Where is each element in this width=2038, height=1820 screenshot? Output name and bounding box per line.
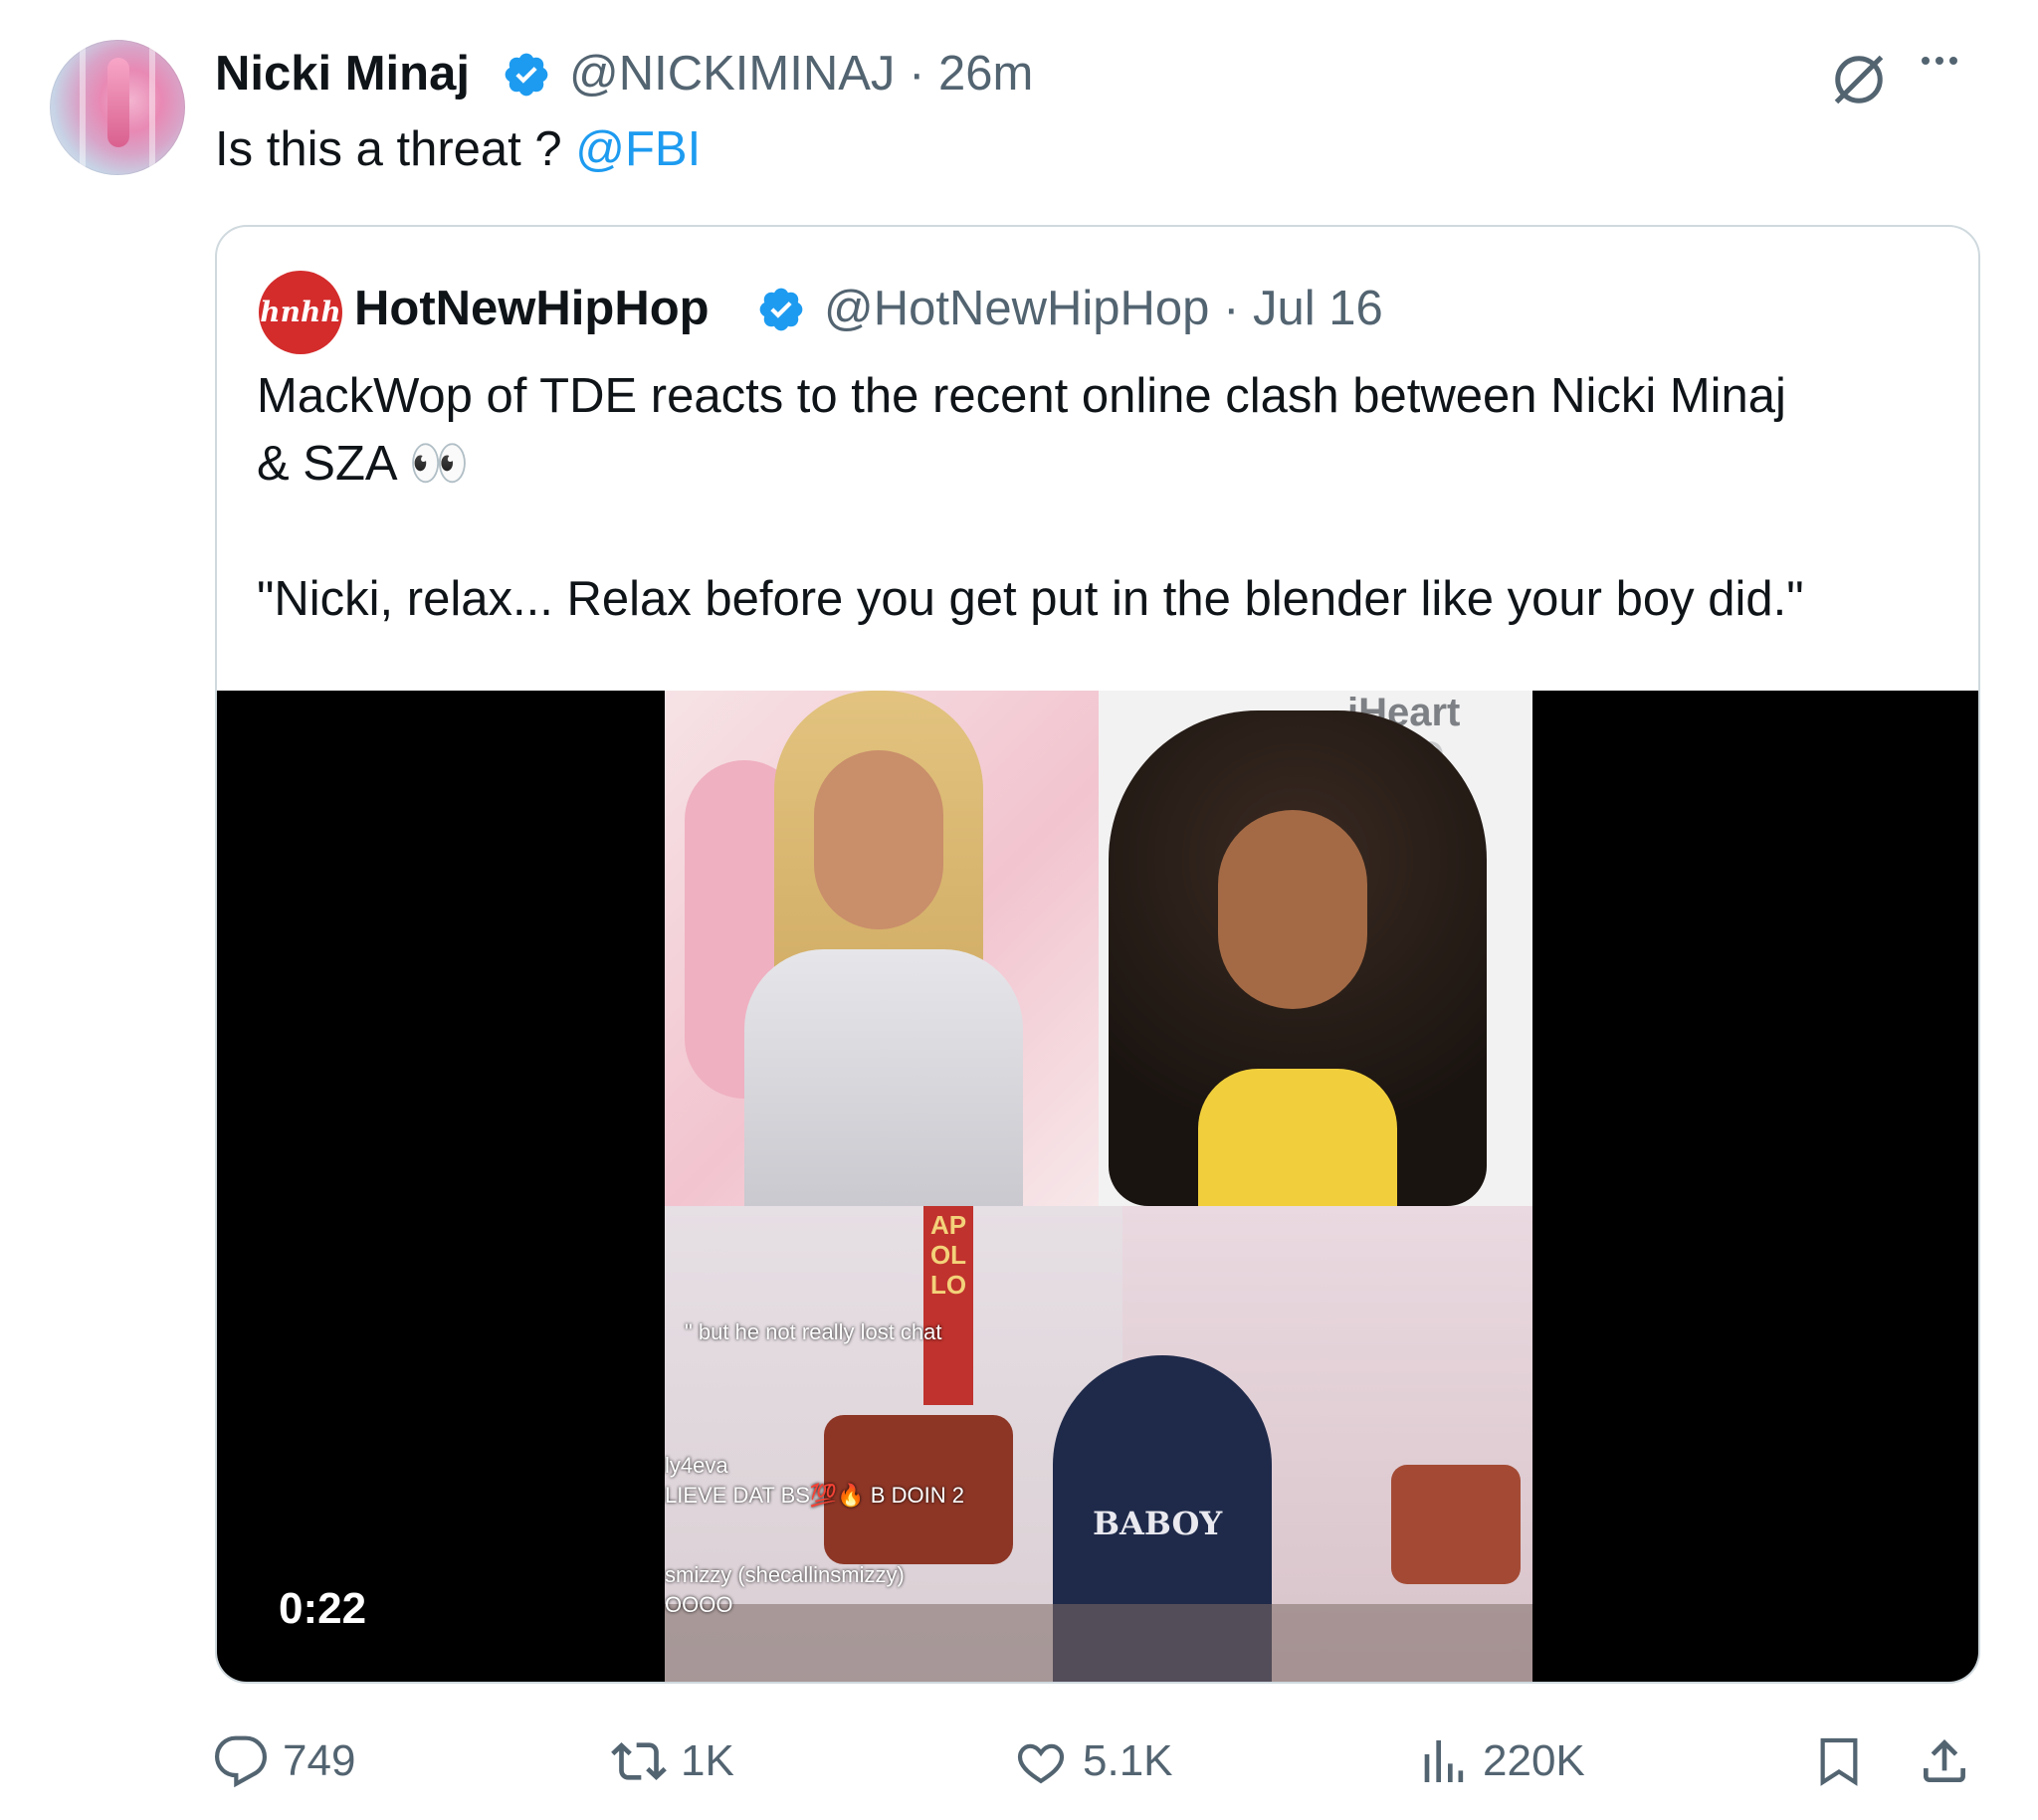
like-count: 5.1K <box>1083 1736 1173 1785</box>
meta-separator: · <box>1223 282 1240 335</box>
tweet-timestamp[interactable]: 26m <box>938 47 1033 101</box>
thumbnail-panel-right-portrait: iHeart ADIO <box>1099 691 1532 1206</box>
author-handle-line: @NICKIMINAJ · 26m <box>569 44 1033 103</box>
quoted-author-handle[interactable]: @HotNewHipHop <box>824 282 1209 335</box>
views-count: 220K <box>1483 1736 1585 1785</box>
repost-icon <box>611 1742 667 1780</box>
quoted-text-line: "Nicki, relax... Relax before you get pu… <box>257 572 1804 626</box>
bookmark-icon <box>1820 1737 1858 1786</box>
quoted-meta: @HotNewHipHop · Jul 16 <box>824 277 1383 340</box>
quoted-text-line: & SZA 👀 <box>257 437 470 491</box>
video-duration: 0:22 <box>279 1584 367 1633</box>
repost-button[interactable]: 1K <box>611 1733 734 1789</box>
meta-separator: · <box>909 47 925 101</box>
share-icon <box>1924 1739 1965 1782</box>
chat-line: " but he not really lost chat <box>685 1319 942 1344</box>
hoodie-text: BABOY <box>1093 1505 1223 1542</box>
more-icon[interactable] <box>1919 52 1978 92</box>
quoted-text: MackWop of TDE reacts to the recent onli… <box>257 362 1948 633</box>
share-button[interactable] <box>1917 1733 1972 1789</box>
quoted-author-name[interactable]: HotNewHipHop <box>354 277 710 340</box>
views-button[interactable]: 220K <box>1413 1733 1585 1789</box>
quoted-date[interactable]: Jul 16 <box>1253 282 1383 335</box>
reply-button[interactable]: 749 <box>213 1733 355 1789</box>
thumbnail-panel-bottom-room: APOLLO BABOY " but he not really lost ch… <box>665 1206 1532 1682</box>
author-name-text[interactable]: Nicki Minaj <box>215 47 470 101</box>
bookmark-button[interactable] <box>1811 1733 1867 1789</box>
video-player[interactable]: iHeart ADIO APOLLO BABOY " but he not re… <box>217 691 1978 1682</box>
quoted-text-spacer <box>257 498 1948 565</box>
thumbnail-panel-left-portrait <box>665 691 1099 1206</box>
author-handle[interactable]: @NICKIMINAJ <box>569 47 895 101</box>
views-icon <box>1424 1740 1464 1782</box>
repost-count: 1K <box>681 1736 734 1785</box>
author-name[interactable]: Nicki Minaj <box>215 44 470 103</box>
like-button[interactable]: 5.1K <box>1013 1733 1173 1789</box>
tweet-text: Is this a threat ? @FBI <box>215 117 701 181</box>
grok-icon[interactable] <box>1829 50 1889 109</box>
quoted-tweet-card[interactable]: hnhh HotNewHipHop @HotNewHipHop · Jul 16… <box>215 225 1980 1684</box>
reply-count: 749 <box>283 1736 356 1785</box>
chat-line: smizzy (shecallinsmizzy) <box>665 1562 905 1587</box>
tweet-text-body: Is this a threat ? <box>215 122 562 176</box>
quoted-author-avatar[interactable]: hnhh <box>259 271 342 354</box>
chat-line: OOOO <box>665 1592 733 1617</box>
author-avatar[interactable] <box>50 40 185 175</box>
verified-badge-icon <box>505 53 548 97</box>
chat-line: LIEVE DAT BS💯🔥 B DOIN 2 <box>665 1483 964 1508</box>
video-thumbnail: iHeart ADIO APOLLO BABOY " but he not re… <box>665 691 1532 1682</box>
heart-icon <box>1017 1743 1065 1784</box>
reply-icon <box>214 1735 268 1788</box>
apollo-sign: APOLLO <box>929 1210 967 1300</box>
live-chat-overlay: " but he not really lost chat ly4eva LIE… <box>665 1317 964 1620</box>
quoted-text-line: MackWop of TDE reacts to the recent onli… <box>257 369 1786 423</box>
mention-link[interactable]: @FBI <box>575 122 701 176</box>
quoted-verified-badge-icon <box>759 288 803 331</box>
chat-line: ly4eva <box>665 1453 728 1478</box>
